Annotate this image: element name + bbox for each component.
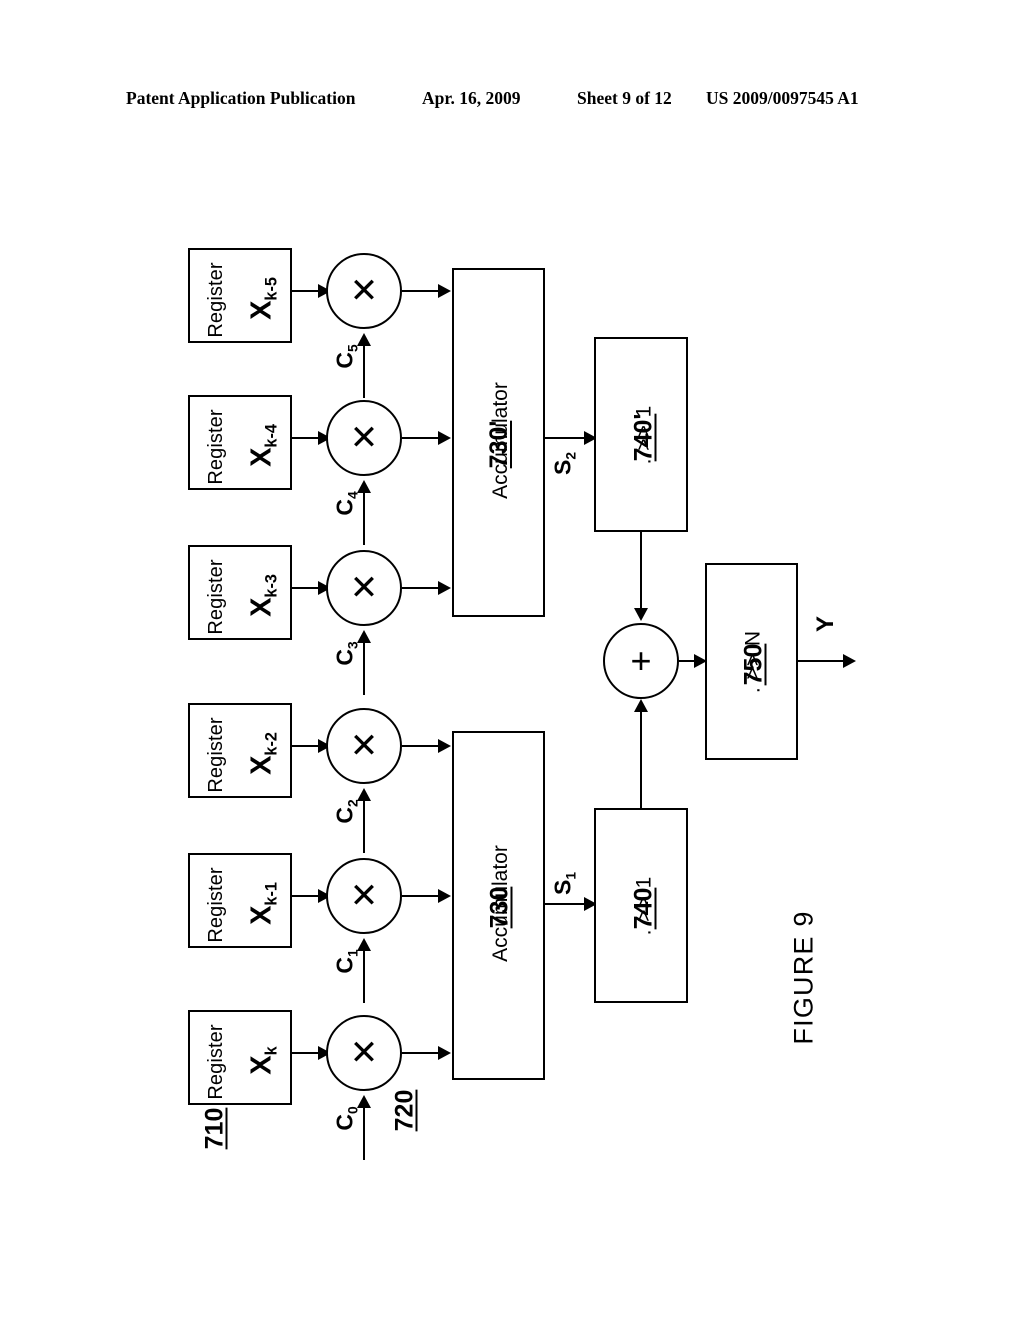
output-shifter-block-750: . >> N 750 [705,563,798,760]
multiply-icon: ✕ [349,727,379,765]
wire-shift1-to-adder [640,712,643,810]
register-block-xk5: Register Xk-5 [188,248,292,343]
shifter-ref-number: 740 [629,887,658,930]
wire-reg5-to-mult5 [292,1052,320,1055]
register-subscript: k-5 [262,277,281,301]
accumulator-ref-number: 730' [485,420,513,469]
wire-mult1-to-acc2 [402,437,440,440]
wire-c0-input [363,1108,366,1160]
register-value: Xk-4 [245,424,281,467]
coefficient-label-c5: C5 [331,344,361,369]
register-label: Register [205,559,227,635]
multiplier-c1: ✕ [326,858,402,934]
accumulator-block-730-prime: Accumulator 730' [452,268,545,617]
wire-c5-input [363,346,366,398]
wire-reg2-to-mult2 [292,587,320,590]
register-value: Xk [245,1046,281,1075]
coefficient-label-c0: C0 [331,1106,361,1131]
coefficient-label-c2: C2 [331,799,361,824]
wire-mult4-to-acc1 [402,895,440,898]
register-value: Xk-5 [245,277,281,320]
register-block-xk3: Register Xk-3 [188,545,292,640]
multiplier-c4: ✕ [326,400,402,476]
register-label: Register [205,262,227,338]
multiplier-c2: ✕ [326,708,402,784]
multiply-icon: ✕ [349,877,379,915]
wire-output-y [798,660,846,663]
wire-mult3-to-acc1 [402,745,440,748]
wire-mult0-to-acc2 [402,290,440,293]
register-value: Xk-1 [245,882,281,925]
register-label: Register [205,717,227,793]
wire-c3-input [363,643,366,695]
output-label-y: Y [812,616,839,633]
multiply-icon: ✕ [349,419,379,457]
wire-mult5-to-acc1 [402,1052,440,1055]
arrowhead-shift2-adder [634,608,648,621]
wire-reg4-to-mult4 [292,895,320,898]
arrowhead-shift1-adder [634,699,648,712]
wire-reg3-to-mult3 [292,745,320,748]
arrowhead-output-y [843,654,856,668]
shifter-block-740-prime: . >> 1 740' [594,337,688,532]
wire-reg1-to-mult1 [292,437,320,440]
arrowhead-mult5-acc1 [438,1046,451,1060]
arrowhead-mult3-acc1 [438,739,451,753]
register-label: Register [205,867,227,943]
shifter-ref-number: 740' [629,413,658,462]
figure-caption-text: FIGURE 9 [788,910,819,1045]
wire-c2-input [363,801,366,853]
register-value: Xk-2 [245,732,281,775]
multiplier-c3: ✕ [326,550,402,626]
figure-caption: FIGURE 9 [784,900,824,1050]
register-bank-ref-number: 710 [200,1107,229,1150]
coefficient-label-c4: C4 [331,491,361,516]
wire-shift2-to-adder [640,532,643,610]
plus-icon: + [630,640,652,681]
register-label: Register [205,409,227,485]
coefficient-label-c1: C1 [331,949,361,974]
arrowhead-mult1-acc2 [438,431,451,445]
coefficient-label-c3: C3 [331,641,361,666]
shifter-block-740: . >> 1 740 [594,808,688,1003]
register-block-xk4: Register Xk-4 [188,395,292,490]
register-block-xk2: Register Xk-2 [188,703,292,798]
accumulator-ref-number: 730 [485,886,514,929]
output-shifter-ref-number: 750 [739,643,768,686]
filter-block-diagram: Register Xk-5 ✕ C5 Register Xk-4 ✕ C4 Re… [0,0,1024,1320]
wire-c4-input [363,493,366,545]
adder-block: + [603,623,679,699]
signal-label-s1: S1 [549,871,579,896]
wire-c1-input [363,951,366,1003]
multiplier-bank-ref-number: 720 [390,1089,419,1132]
multiplier-c5: ✕ [326,253,402,329]
register-value: Xk-3 [245,574,281,617]
wire-reg0-to-mult0 [292,290,320,293]
register-block-xk1: Register Xk-1 [188,853,292,948]
wire-mult2-to-acc2 [402,587,440,590]
multiply-icon: ✕ [349,272,379,310]
multiplier-c0: ✕ [326,1015,402,1091]
arrowhead-mult4-acc1 [438,889,451,903]
multiply-icon: ✕ [349,1034,379,1072]
arrowhead-mult2-acc2 [438,581,451,595]
signal-label-s2: S2 [549,451,579,476]
multiply-icon: ✕ [349,569,379,607]
arrowhead-mult0-acc2 [438,284,451,298]
register-block-xk: Register Xk [188,1010,292,1105]
accumulator-block-730: Accumulator 730 [452,731,545,1080]
